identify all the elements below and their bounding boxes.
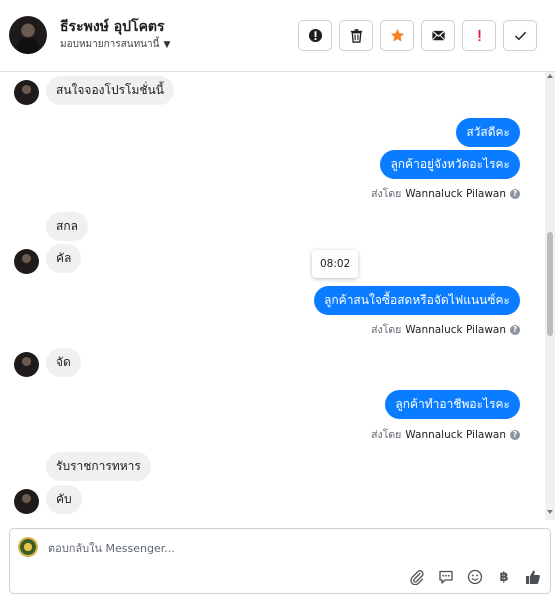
incoming-message[interactable]: รับราชการทหาร [46, 452, 151, 481]
conversation-header: ธีระพงษ์ อุปโคตร มอบหมายการสนทนานี้ ▼ [0, 0, 555, 72]
incoming-message[interactable]: สนใจจองโปรโมชั่นนี้ [46, 76, 174, 105]
page-avatar [18, 537, 38, 557]
trash-icon [350, 29, 362, 43]
outgoing-message[interactable]: ลูกค้าทำอาชีพอะไรคะ [385, 390, 520, 419]
outgoing-message[interactable]: สวัสดีคะ [456, 118, 520, 147]
sent-by-label: ส่งโดย Wannaluck Pilawan ? [371, 321, 520, 338]
mark-unread-button[interactable] [421, 20, 455, 51]
composer-tools: ฿ [408, 568, 542, 586]
emoji-button[interactable] [466, 568, 484, 586]
reply-input[interactable] [48, 539, 528, 557]
attach-button[interactable] [408, 568, 426, 586]
help-icon[interactable]: ? [510, 188, 520, 199]
incoming-message[interactable]: คัล [46, 244, 82, 273]
envelope-icon [431, 30, 445, 41]
thumbs-up-icon [526, 570, 540, 584]
delete-button[interactable] [339, 20, 373, 51]
agent-name: Wannaluck Pilawan [405, 428, 506, 441]
sent-by-prefix: ส่งโดย [371, 188, 402, 200]
incoming-message[interactable]: จัด [46, 348, 81, 377]
outgoing-message[interactable]: ลูกค้าอยู่จังหวัดอะไรคะ [380, 150, 520, 179]
reply-composer: ฿ [9, 528, 551, 594]
sent-by-prefix: ส่งโดย [371, 324, 402, 336]
timestamp-tooltip: 08:02 [312, 250, 359, 278]
payment-button[interactable]: ฿ [495, 568, 513, 586]
smiley-icon [467, 569, 483, 585]
assign-label: มอบหมายการสนทนานี้ [60, 39, 160, 50]
chat-bubble-icon [439, 570, 453, 584]
assign-conversation-dropdown[interactable]: มอบหมายการสนทนานี้ ▼ [60, 37, 170, 52]
incoming-message[interactable]: คับ [46, 485, 82, 514]
sent-by-prefix: ส่งโดย [371, 429, 402, 441]
star-icon [390, 28, 404, 42]
incoming-message[interactable]: สกล [46, 212, 88, 241]
agent-name: Wannaluck Pilawan [405, 187, 506, 200]
scrollbar-thumb[interactable] [547, 232, 553, 336]
sender-avatar [14, 80, 39, 105]
scrollbar[interactable] [545, 72, 555, 520]
help-icon[interactable]: ? [510, 324, 520, 335]
sender-avatar [14, 249, 39, 274]
contact-name[interactable]: ธีระพงษ์ อุปโคตร [60, 16, 165, 38]
agent-name: Wannaluck Pilawan [405, 323, 506, 336]
caret-down-icon: ▼ [163, 39, 171, 50]
sender-avatar [14, 489, 39, 514]
like-button[interactable] [524, 568, 542, 586]
saved-replies-button[interactable] [437, 568, 455, 586]
alert-circle-icon [308, 28, 322, 43]
scroll-down-arrow-icon[interactable] [547, 510, 553, 514]
baht-icon: ฿ [499, 569, 509, 585]
message-thread[interactable]: สนใจจองโปรโมชั่นนี้ สวัสดีคะ ลูกค้าอยู่จ… [0, 72, 555, 520]
mark-done-button[interactable] [503, 20, 537, 51]
paperclip-icon [410, 570, 424, 585]
star-button[interactable] [380, 20, 414, 51]
sent-by-label: ส่งโดย Wannaluck Pilawan ? [371, 426, 520, 443]
mark-spam-button[interactable] [298, 20, 332, 51]
contact-avatar[interactable] [9, 16, 47, 54]
sender-avatar [14, 352, 39, 377]
scroll-up-arrow-icon[interactable] [547, 74, 553, 78]
check-icon [514, 31, 526, 41]
sent-by-label: ส่งโดย Wannaluck Pilawan ? [371, 185, 520, 202]
conversation-toolbar [298, 20, 537, 51]
help-icon[interactable]: ? [510, 429, 520, 440]
outgoing-message[interactable]: ลูกค้าสนใจซื้อสดหรือจัดไฟแนนซ์คะ [314, 286, 520, 315]
follow-up-button[interactable] [462, 20, 496, 51]
exclamation-icon [478, 29, 480, 42]
